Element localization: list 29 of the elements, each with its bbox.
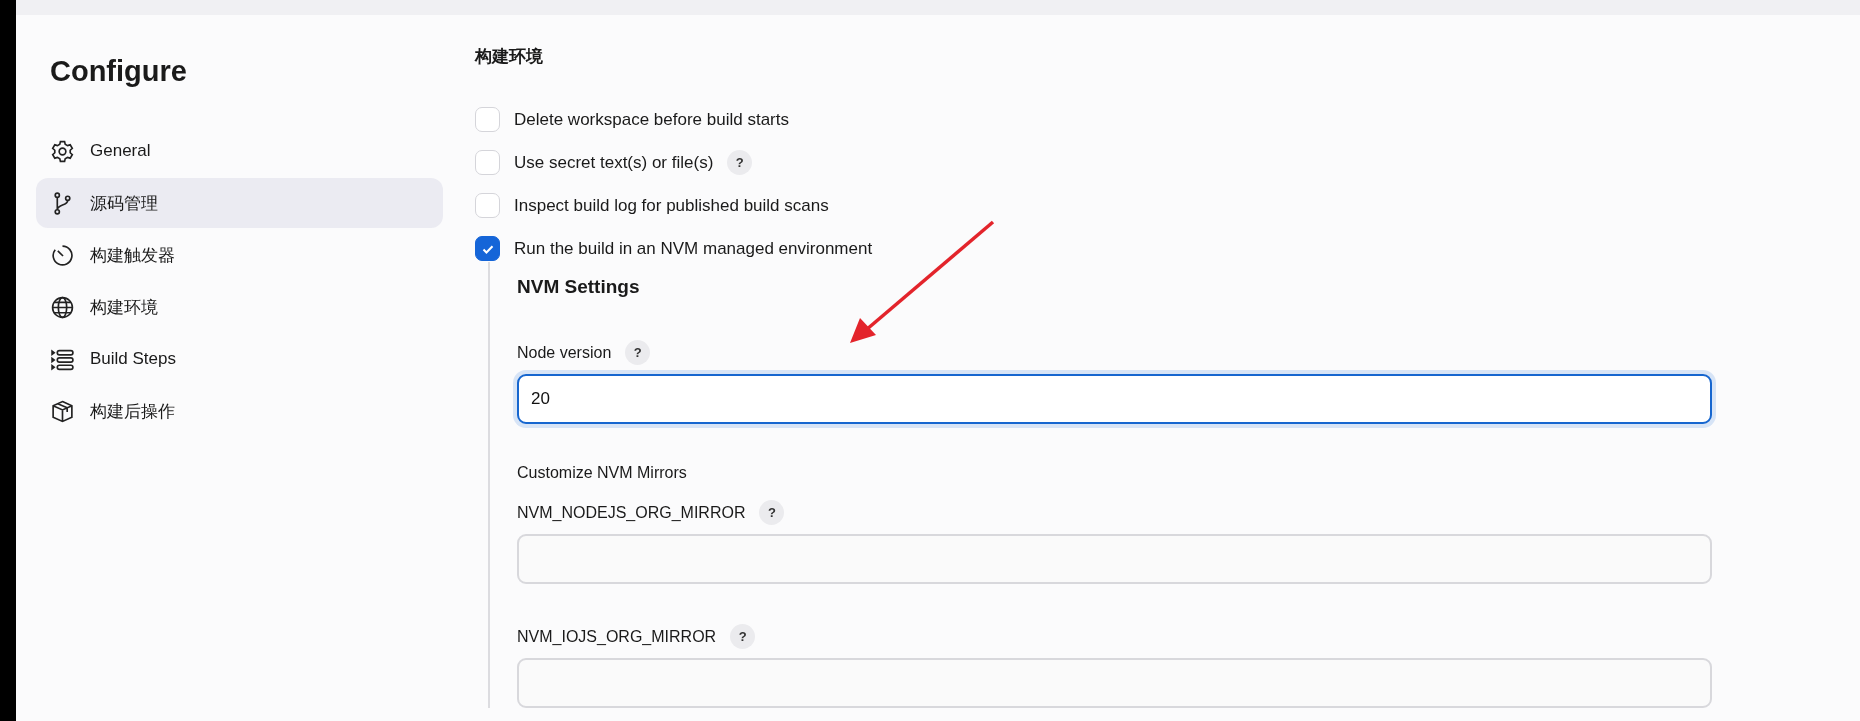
help-button[interactable]: ?: [730, 624, 756, 649]
sidebar-item[interactable]: Build Steps: [36, 334, 443, 384]
checkbox[interactable]: [475, 236, 500, 261]
help-button[interactable]: ?: [759, 500, 785, 525]
timer-icon: [50, 242, 75, 268]
section-heading: 构建环境: [475, 46, 544, 68]
package-icon: [50, 398, 75, 424]
field-label: Node version: [517, 343, 612, 362]
checkbox-label: Use secret text(s) or file(s): [514, 152, 714, 173]
input-field[interactable]: 20: [517, 374, 1712, 424]
field-label: NVM_NODEJS_ORG_MIRROR: [517, 503, 746, 522]
group-label: Customize NVM Mirrors: [517, 464, 688, 482]
help-button[interactable]: ?: [625, 340, 651, 365]
checkbox-label: Inspect build log for published build scans: [514, 195, 829, 216]
sidebar-item[interactable]: 构建触发器: [36, 230, 443, 280]
checkbox-label: Run the build in an NVM managed environment: [514, 238, 873, 259]
help-button[interactable]: ?: [727, 150, 753, 175]
globe-icon: [50, 294, 75, 320]
sidebar-item[interactable]: General: [36, 126, 443, 176]
sidebar-item[interactable]: 构建环境: [36, 282, 443, 332]
field-label: NVM_IOJS_ORG_MIRROR: [517, 627, 717, 646]
settings-icon: [50, 138, 75, 164]
input-field[interactable]: [517, 534, 1712, 584]
input-field[interactable]: [517, 658, 1712, 708]
checkbox-label: Delete workspace before build starts: [514, 109, 789, 130]
sidebar-item[interactable]: 构建后操作: [36, 386, 443, 436]
page-title: Configure: [50, 55, 188, 88]
sidebar-item[interactable]: 源码管理: [36, 178, 443, 228]
subsection-heading: NVM Settings: [517, 276, 641, 298]
